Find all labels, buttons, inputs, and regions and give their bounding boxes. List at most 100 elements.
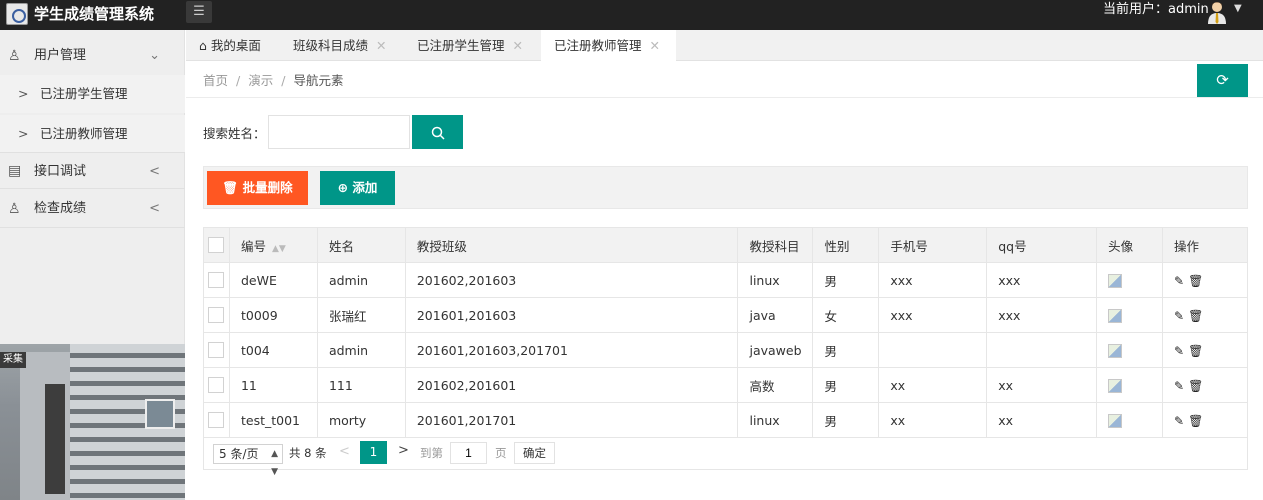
cell-gender: 男 <box>812 332 880 368</box>
button-label: 添加 <box>352 180 378 195</box>
row-checkbox[interactable] <box>203 262 230 298</box>
top-bar: 学生成绩管理系统 ☰ 当前用户：admin ▼ <box>0 0 1263 30</box>
total-count: 共 8 条 <box>289 446 327 460</box>
tab-registered-teachers[interactable]: 已注册教师管理 ✕ <box>541 30 676 62</box>
cell-gender: 男 <box>812 262 880 298</box>
cell-qq: xx <box>986 402 1098 438</box>
cell-qq: xxx <box>986 297 1098 333</box>
cell-actions: ✎ 🗑 <box>1162 402 1248 438</box>
sidebar-item-label: 已注册学生管理 <box>40 86 128 101</box>
close-icon[interactable]: ✕ <box>376 38 386 53</box>
row-checkbox[interactable] <box>203 402 230 438</box>
chevron-right-icon: > <box>18 86 29 101</box>
cell-name: admin <box>316 332 406 368</box>
tab-label: 已注册学生管理 <box>417 38 505 53</box>
cell-classes: 201601,201701 <box>404 402 739 438</box>
trash-icon[interactable]: 🗑 <box>1188 414 1203 428</box>
sidebar-item-registered-teachers[interactable]: > 已注册教师管理 <box>0 115 185 153</box>
row-checkbox[interactable] <box>203 367 230 403</box>
column-header-qq: qq号 <box>986 227 1098 263</box>
edit-icon[interactable]: ✎ <box>1174 344 1184 358</box>
select-all-checkbox[interactable] <box>203 227 230 263</box>
hamburger-icon[interactable]: ☰ <box>186 1 212 23</box>
cell-qq: xx <box>986 367 1098 403</box>
breadcrumb-item[interactable]: 首页 <box>203 73 228 88</box>
batch-delete-button[interactable]: 🗑 批量删除 <box>207 171 308 205</box>
trash-icon[interactable]: 🗑 <box>1188 274 1203 288</box>
sidebar-item-label: 用户管理 <box>34 48 87 63</box>
tab-my-desktop[interactable]: ⌂ 我的桌面 <box>199 30 261 61</box>
column-header-classes: 教授班级 <box>404 227 739 263</box>
sidebar-item-check-grades[interactable]: ♙ 检查成绩 < <box>0 190 185 228</box>
table-row: t004 admin 201601,201603,201701 javaweb … <box>203 332 1248 368</box>
goto-label: 到第 <box>420 446 443 460</box>
edit-icon[interactable]: ✎ <box>1174 414 1184 428</box>
cell-phone: xx <box>878 367 988 403</box>
user-avatar-icon[interactable] <box>1206 0 1228 24</box>
trash-icon[interactable]: 🗑 <box>1188 344 1203 358</box>
pagination: 5 条/页 ▲▼ 共 8 条 < 1 > 到第 页 确定 <box>203 435 1248 477</box>
sort-icon[interactable]: ▲▼ <box>272 244 286 254</box>
cell-name: morty <box>316 402 406 438</box>
breadcrumb-item: 导航元素 <box>293 73 344 88</box>
column-header-id[interactable]: 编号 ▲▼ <box>228 227 318 263</box>
sidebar-item-api-debug[interactable]: ▤ 接口调试 < <box>0 154 185 189</box>
photo-badge: 采集 <box>0 352 26 368</box>
column-header-avatar: 头像 <box>1096 227 1164 263</box>
close-icon[interactable]: ✕ <box>513 38 523 53</box>
column-header-phone: 手机号 <box>878 227 988 263</box>
table-header-row: 编号 ▲▼ 姓名 教授班级 教授科目 性别 手机号 qq号 头像 操作 <box>203 227 1248 263</box>
sidebar-item-registered-students[interactable]: > 已注册学生管理 <box>0 75 185 113</box>
search-input[interactable] <box>268 115 410 149</box>
edit-icon[interactable]: ✎ <box>1174 274 1184 288</box>
column-header-subject: 教授科目 <box>737 227 814 263</box>
goto-confirm-button[interactable]: 确定 <box>514 442 555 464</box>
cell-id: t004 <box>228 332 318 368</box>
cell-qq: xxx <box>986 262 1098 298</box>
tab-label: 已注册教师管理 <box>554 38 642 53</box>
chevron-left-icon: < <box>149 164 160 179</box>
row-checkbox[interactable] <box>203 332 230 368</box>
app-title: 学生成绩管理系统 <box>34 5 155 23</box>
cell-phone <box>878 332 988 368</box>
tab-registered-students[interactable]: 已注册学生管理 ✕ <box>417 30 523 61</box>
trash-icon[interactable]: 🗑 <box>1188 379 1203 393</box>
table-row: deWE admin 201602,201603 linux 男 xxx xxx… <box>203 262 1248 298</box>
chevron-down-icon[interactable]: ▼ <box>1234 3 1242 14</box>
chevron-down-icon: ⌄ <box>149 48 160 63</box>
tab-bar: ⌂ 我的桌面 班级科目成绩 ✕ 已注册学生管理 ✕ 已注册教师管理 ✕ <box>186 30 1263 62</box>
cell-gender: 男 <box>812 402 880 438</box>
page-label: 页 <box>495 446 507 460</box>
page-button-current[interactable]: 1 <box>360 441 387 464</box>
trash-icon[interactable]: 🗑 <box>1188 309 1203 323</box>
breadcrumb-item[interactable]: 演示 <box>248 73 273 88</box>
prev-page-icon[interactable]: < <box>339 444 350 459</box>
goto-page-input[interactable] <box>450 442 487 464</box>
cell-subject: java <box>737 297 814 333</box>
teacher-table: 编号 ▲▼ 姓名 教授班级 教授科目 性别 手机号 qq号 头像 操作 deWE … <box>203 227 1248 438</box>
cell-actions: ✎ 🗑 <box>1162 332 1248 368</box>
row-checkbox[interactable] <box>203 297 230 333</box>
close-icon[interactable]: ✕ <box>650 38 660 53</box>
search-icon <box>431 126 445 140</box>
cell-name: admin <box>316 262 406 298</box>
home-icon: ⌂ <box>199 38 207 53</box>
cell-id: deWE <box>228 262 318 298</box>
cell-actions: ✎ 🗑 <box>1162 367 1248 403</box>
refresh-button[interactable]: ⟳ <box>1197 64 1248 97</box>
page-size-select[interactable]: 5 条/页 ▲ ▼ <box>213 444 283 477</box>
cell-subject: 高数 <box>737 367 814 403</box>
edit-icon[interactable]: ✎ <box>1174 309 1184 323</box>
current-user-label[interactable]: 当前用户：admin <box>1103 0 1209 20</box>
sidebar-item-user-management[interactable]: ♙ 用户管理 ⌄ <box>0 37 185 75</box>
campus-building-image <box>0 344 185 500</box>
tab-class-subject-grades[interactable]: 班级科目成绩 ✕ <box>293 30 387 61</box>
search-button[interactable] <box>412 115 463 149</box>
trash-icon: 🗑 <box>222 180 239 195</box>
next-page-icon[interactable]: > <box>398 443 409 458</box>
cell-classes: 201601,201603 <box>404 297 739 333</box>
cell-id: test_t001 <box>228 402 318 438</box>
cell-gender: 男 <box>812 367 880 403</box>
edit-icon[interactable]: ✎ <box>1174 379 1184 393</box>
add-button[interactable]: ⊕ 添加 <box>320 171 395 205</box>
